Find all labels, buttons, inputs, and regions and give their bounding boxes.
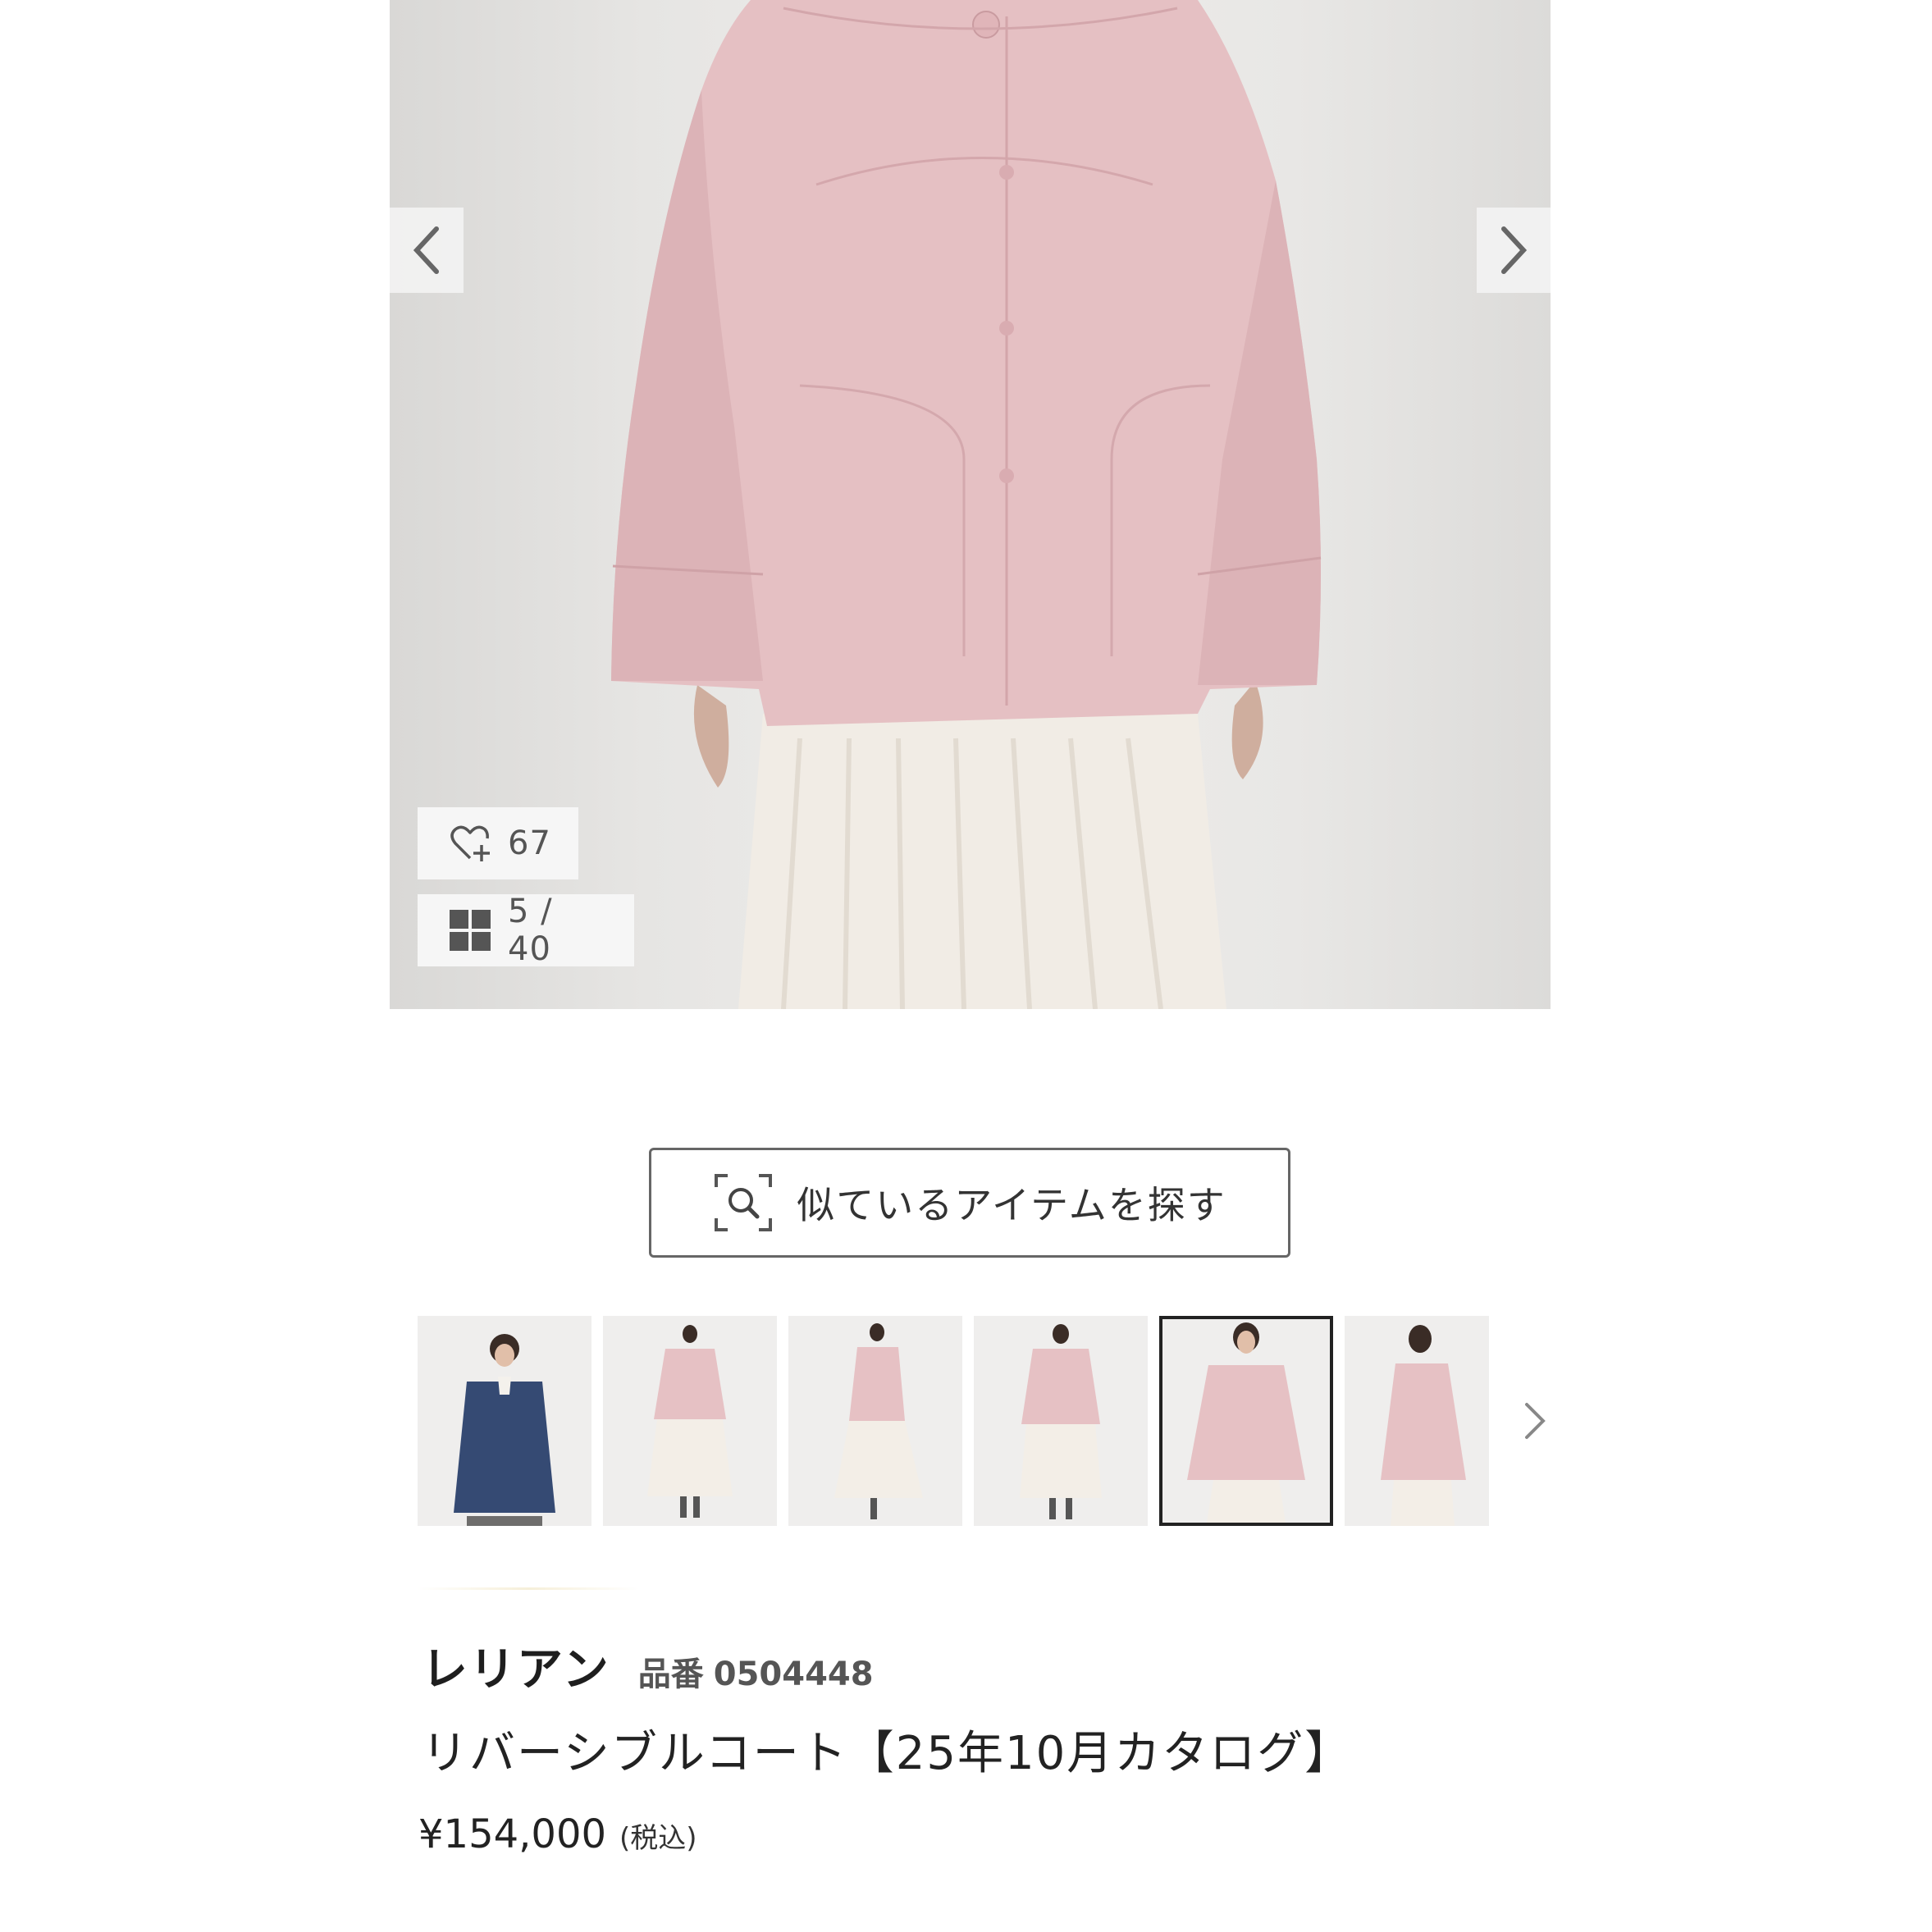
thumbnails-next-icon[interactable] [1510,1396,1560,1446]
find-similar-items-button[interactable]: 似ているアイテムを探す [649,1148,1290,1258]
brand-row: レリアン 品番 0504448 [422,1633,874,1699]
thumbnail-1[interactable] [418,1316,591,1526]
favorite-button[interactable]: 67 [418,807,578,879]
thumbnail-strip [418,1316,1566,1526]
image-grid-button[interactable]: 5 / 40 [418,893,634,968]
grid-icon [450,910,491,951]
thumbnail-6[interactable] [1345,1316,1489,1526]
sku-number: 0504448 [713,1656,874,1693]
thumbnail-image-pink-closeup [1162,1319,1330,1523]
image-search-icon [715,1174,773,1231]
thumbnail-5-selected[interactable] [1159,1316,1333,1526]
next-image-button[interactable] [1477,208,1551,293]
price: ¥154,000 [418,1811,607,1857]
thumbnail-2[interactable] [603,1316,777,1526]
thumbnail-4[interactable] [974,1316,1148,1526]
prev-image-button[interactable] [390,208,464,293]
chevron-left-icon [413,226,439,274]
thumbnail-image-pink-front [603,1316,777,1526]
thumbnail-image-pink-side [788,1316,962,1526]
price-row: ¥154,000 (税込) [418,1811,697,1857]
sku-label: 品番 [637,1656,704,1693]
thumbnail-image-pink-back [974,1316,1148,1526]
brand-name[interactable]: レリアン [422,1633,610,1699]
main-product-image[interactable]: 67 5 / 40 [390,0,1551,1009]
chevron-right-icon [1501,226,1528,274]
product-title: リバーシブルコート【25年10月カタログ】 [422,1727,1353,1780]
tax-note: (税込) [619,1822,697,1855]
thumbnail-3[interactable] [788,1316,962,1526]
thumbnail-image-pink-profile [1345,1316,1489,1526]
find-similar-label: 似ているアイテムを探す [797,1183,1226,1227]
divider [418,1587,639,1590]
favorite-count: 67 [508,824,551,862]
thumbnail-image-navy [418,1316,591,1526]
image-counter: 5 / 40 [508,893,553,968]
heart-plus-icon [450,825,490,861]
